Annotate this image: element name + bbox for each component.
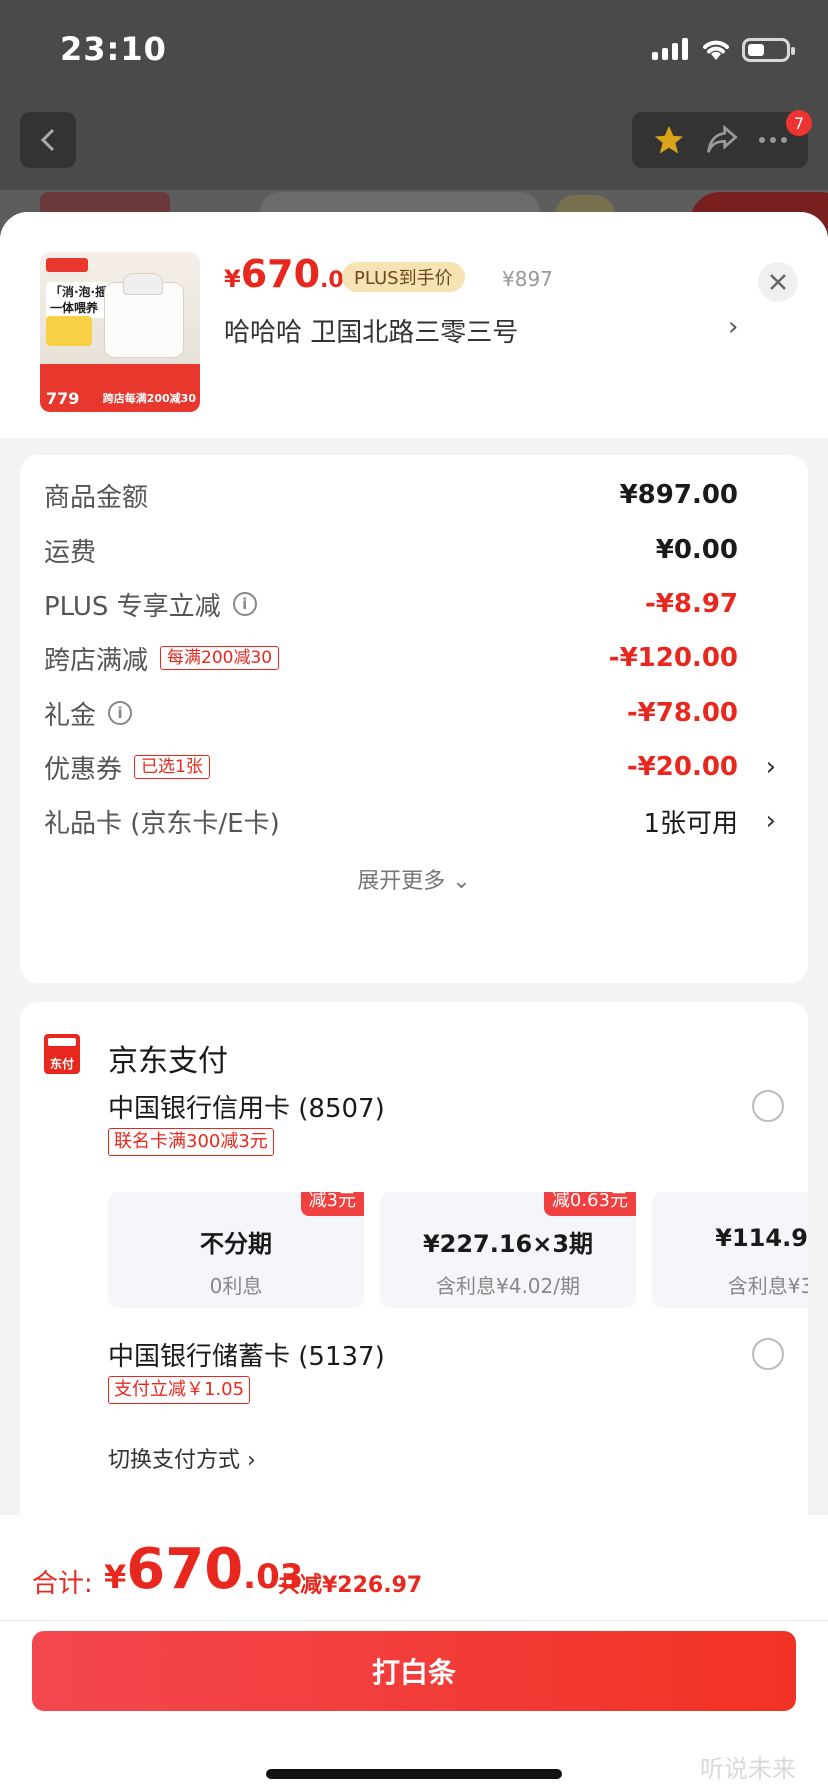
summary-row-gift-money: 礼金 i -¥78.00 (44, 698, 738, 731)
debit-card-radio[interactable] (752, 1338, 784, 1370)
chevron-right-icon[interactable]: › (766, 806, 776, 836)
jd-pay-logo: 东付 (44, 1034, 80, 1074)
back-button[interactable] (20, 112, 76, 168)
total-saved: 共减¥226.97 (278, 1573, 423, 1598)
installment-plan[interactable]: ¥227.16×3期 含利息¥4.02/期 减0.63元 (380, 1192, 636, 1308)
original-price: ¥897 (502, 267, 553, 291)
more-icon[interactable] (758, 136, 788, 144)
delivery-address[interactable]: 哈哈哈 卫国北路三零三号 (224, 312, 518, 349)
discount-badge: 减3元 (300, 1192, 364, 1216)
home-indicator[interactable] (266, 1769, 562, 1779)
credit-card-option[interactable]: 中国银行信用卡 (8507) (108, 1088, 385, 1125)
summary-row-coupon[interactable]: 优惠券 已选1张 -¥20.00 › (44, 747, 784, 787)
wifi-icon (703, 40, 729, 60)
debit-card-promo-chip: 支付立减￥1.05 (108, 1376, 251, 1404)
chevron-down-icon: ⌄ (452, 869, 471, 894)
pay-button[interactable]: 打白条 (32, 1631, 796, 1711)
product-header: 「消·泡·摇」 一体喂养 779 跨店每满200减30 ¥ 670 .03 PL… (0, 212, 828, 438)
chevron-right-icon: › (247, 1448, 256, 1473)
summary-row-cross-store: 跨店满减 每满200减30 -¥120.00 (44, 643, 738, 676)
chevron-right-icon[interactable]: › (766, 752, 776, 782)
info-icon[interactable]: i (108, 701, 133, 725)
summary-row-goods: 商品金额 ¥897.00 (44, 480, 738, 513)
action-bar: 打白条 听说未来 (0, 1620, 828, 1792)
image-price: 779 (46, 389, 80, 408)
close-icon (770, 274, 786, 290)
notification-badge: 7 (786, 110, 812, 136)
promo-chip: 每满200减30 (160, 646, 280, 670)
share-icon[interactable] (705, 125, 739, 155)
watermark: 听说未来 (700, 1755, 796, 1783)
installment-plan[interactable]: ¥114.95× 含利息¥3.3 (652, 1192, 808, 1308)
signal-icon (652, 38, 688, 60)
credit-card-radio[interactable] (752, 1090, 784, 1122)
brand-tag (46, 258, 88, 272)
info-icon[interactable]: i (232, 592, 257, 616)
product-image: 「消·泡·摇」 一体喂养 779 跨店每满200减30 (40, 252, 200, 412)
summary-row-gift-card[interactable]: 礼品卡 (京东卡/E卡) 1张可用 › (44, 801, 784, 841)
summary-row-plus: PLUS 专享立减 i -¥8.97 (44, 589, 738, 622)
total-label: 合计: (32, 1569, 93, 1599)
total-price: ¥ 670 .03 (104, 1537, 304, 1602)
coupon-chip: 已选1张 (134, 755, 210, 779)
payment-title: 京东支付 (108, 1044, 228, 1079)
debit-card-option[interactable]: 中国银行储蓄卡 (5137) (108, 1336, 385, 1373)
expand-more-button[interactable]: 展开更多 ⌄ (20, 863, 808, 895)
total-bar: 合计: ¥ 670 .03 共减¥226.97 (0, 1515, 828, 1620)
installment-plans: 不分期 0利息 减3元 ¥227.16×3期 含利息¥4.02/期 减0.63元… (108, 1192, 808, 1308)
chevron-left-icon (40, 128, 55, 152)
payment-card: 东付 京东支付 中国银行信用卡 (8507) 联名卡满300减3元 不分期 0利… (20, 1002, 808, 1602)
image-promo: 跨店每满200减30 (102, 392, 196, 405)
battery-icon (742, 38, 795, 62)
feature-tag (46, 316, 92, 346)
close-button[interactable] (758, 262, 798, 302)
status-bar: 23:10 (0, 0, 828, 100)
installment-plan[interactable]: 不分期 0利息 减3元 (108, 1192, 364, 1308)
plus-price-tag: PLUS到手价 (342, 262, 465, 292)
discount-badge: 减0.63元 (543, 1192, 636, 1216)
product-price: ¥ 670 .03 (224, 252, 360, 296)
switch-payment-method[interactable]: 切换支付方式 › (108, 1442, 256, 1474)
chevron-right-icon[interactable]: › (728, 312, 738, 342)
credit-card-promo-chip: 联名卡满300减3元 (108, 1128, 274, 1156)
favorite-star-icon[interactable] (652, 123, 686, 157)
nav-actions (632, 112, 808, 168)
product-machine (104, 273, 184, 358)
price-summary-card: 商品金额 ¥897.00 运费 ¥0.00 PLUS 专享立减 i -¥8.97… (20, 455, 808, 983)
status-time: 23:10 (60, 30, 167, 68)
summary-row-shipping: 运费 ¥0.00 (44, 535, 738, 568)
